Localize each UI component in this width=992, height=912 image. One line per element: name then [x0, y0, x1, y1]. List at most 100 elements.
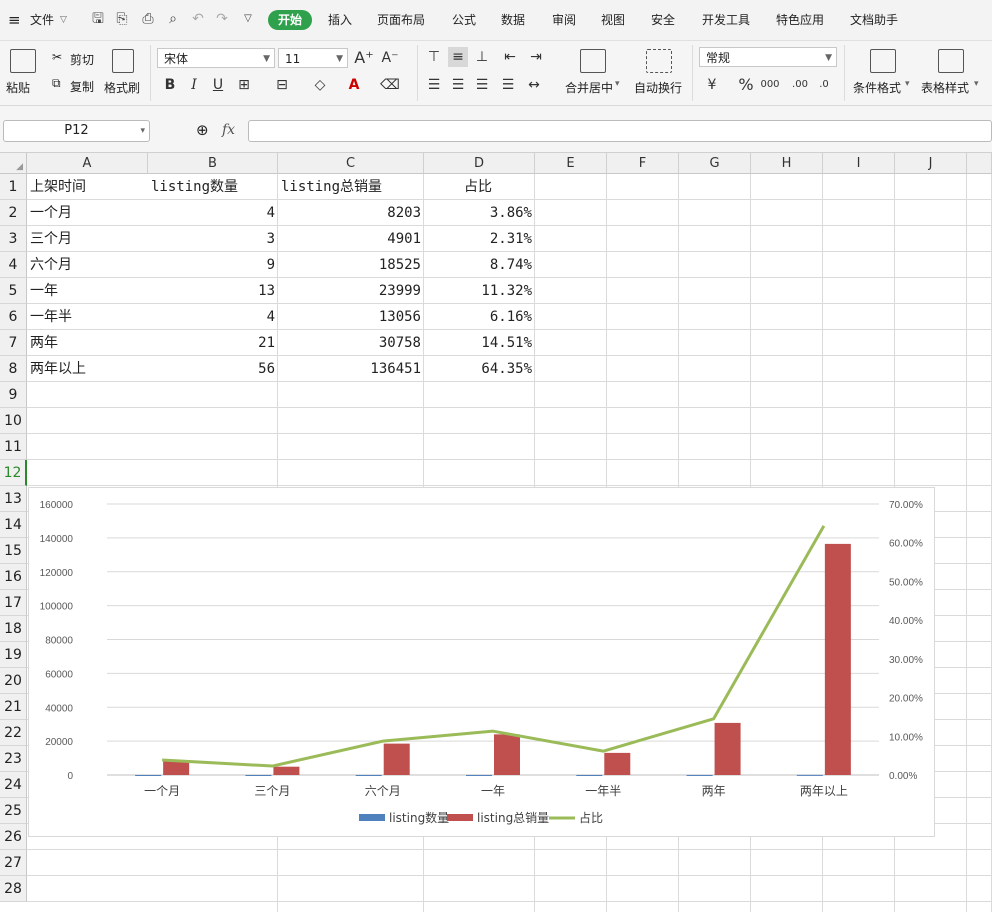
tab-view[interactable]: 视图 [601, 0, 625, 40]
table-style-button[interactable]: 表格样式 [921, 79, 969, 96]
tab-page-layout[interactable]: 页面布局 [377, 0, 425, 40]
cell-C4[interactable]: 18525 [278, 252, 424, 278]
align-left-icon[interactable]: ☰ [424, 75, 444, 95]
tab-review[interactable]: 审阅 [552, 0, 576, 40]
cell-B4[interactable]: 9 [148, 252, 278, 278]
fx-icon[interactable]: fx [222, 122, 235, 138]
column-header-overflow[interactable] [967, 153, 992, 174]
cut-button[interactable]: 剪切 [70, 51, 94, 68]
row-header-8[interactable]: 8 [0, 356, 27, 382]
decrease-indent-icon[interactable]: ⇤ [500, 47, 520, 67]
column-header-E[interactable]: E [535, 153, 607, 174]
cell-B5[interactable]: 13 [148, 278, 278, 304]
cell-D7[interactable]: 14.51% [424, 330, 535, 356]
paste-icon[interactable] [10, 49, 36, 73]
merge-center-button[interactable]: 合并居中 [565, 79, 613, 96]
row-header-18[interactable]: 18 [0, 616, 27, 642]
column-header-F[interactable]: F [607, 153, 679, 174]
cell-style-icon[interactable]: ⊟ [272, 75, 292, 95]
row-header-11[interactable]: 11 [0, 434, 27, 460]
row-header-10[interactable]: 10 [0, 408, 27, 434]
format-painter-button[interactable]: 格式刷 [104, 79, 140, 96]
tab-data[interactable]: 数据 [501, 0, 525, 40]
justify-icon[interactable]: ☰ [498, 75, 518, 95]
select-all-corner[interactable]: ◢ [0, 153, 27, 174]
print-preview-icon[interactable]: ⌕ [165, 11, 181, 27]
row-header-5[interactable]: 5 [0, 278, 27, 304]
redo-icon[interactable]: ↷ [214, 11, 230, 27]
decrease-font-icon[interactable]: A⁻ [380, 48, 400, 68]
cell-A8[interactable]: 两年以上 [27, 356, 148, 382]
italic-icon[interactable]: I [184, 75, 204, 95]
name-box[interactable]: P12 ▾ [3, 120, 150, 142]
row-header-6[interactable]: 6 [0, 304, 27, 330]
underline-icon[interactable]: U [208, 75, 228, 95]
cell-D3[interactable]: 2.31% [424, 226, 535, 252]
copy-icon[interactable]: ⧉ [52, 76, 61, 91]
cell-B2[interactable]: 4 [148, 200, 278, 226]
chevron-down-icon[interactable]: ▽ [60, 0, 67, 40]
chevron-down-icon[interactable]: ▾ [905, 79, 910, 89]
save-icon[interactable]: 🖫 [90, 11, 106, 27]
cell-C7[interactable]: 30758 [278, 330, 424, 356]
row-header-9[interactable]: 9 [0, 382, 27, 408]
formula-input[interactable] [248, 120, 992, 142]
column-header-D[interactable]: D [424, 153, 535, 174]
row-header-27[interactable]: 27 [0, 850, 27, 876]
cut-icon[interactable]: ✂ [52, 50, 62, 64]
tab-developer[interactable]: 开发工具 [702, 0, 750, 40]
align-top-icon[interactable]: ⊤ [424, 47, 444, 67]
font-size-select[interactable]: 11 ▼ [278, 48, 348, 68]
row-header-13[interactable]: 13 [0, 486, 27, 512]
font-name-select[interactable]: 宋体 ▼ [157, 48, 275, 68]
chevron-down-icon[interactable]: ▾ [615, 79, 620, 89]
cell-C3[interactable]: 4901 [278, 226, 424, 252]
wrap-text-button[interactable]: 自动换行 [634, 79, 682, 96]
row-header-28[interactable]: 28 [0, 876, 27, 902]
increase-font-icon[interactable]: A⁺ [354, 48, 374, 68]
row-header-22[interactable]: 22 [0, 720, 27, 746]
tab-home[interactable]: 开始 [268, 10, 313, 30]
hamburger-icon[interactable]: ≡ [8, 0, 21, 40]
row-header-4[interactable]: 4 [0, 252, 27, 278]
number-format-select[interactable]: 常规 ▼ [699, 47, 837, 67]
cell-A7[interactable]: 两年 [27, 330, 148, 356]
align-right-icon[interactable]: ☰ [472, 75, 492, 95]
percent-icon[interactable]: % [736, 75, 756, 95]
copy-button[interactable]: 复制 [70, 78, 94, 95]
currency-icon[interactable]: ¥ [702, 75, 722, 95]
conditional-format-button[interactable]: 条件格式 [853, 79, 901, 96]
cell-A6[interactable]: 一年半 [27, 304, 148, 330]
borders-icon[interactable]: ⊞ [234, 75, 254, 95]
cell-B7[interactable]: 21 [148, 330, 278, 356]
tab-formulas[interactable]: 公式 [452, 0, 476, 40]
font-color-icon[interactable]: A [344, 75, 364, 95]
format-painter-icon[interactable] [112, 49, 134, 73]
export-icon[interactable]: ⎘ [114, 11, 130, 27]
row-header-1[interactable]: 1 [0, 174, 27, 200]
align-center-icon[interactable]: ☰ [448, 75, 468, 95]
column-header-H[interactable]: H [751, 153, 823, 174]
distribute-icon[interactable]: ↔ [524, 75, 544, 95]
paste-button[interactable]: 粘贴 [6, 79, 30, 96]
cell-D8[interactable]: 64.35% [424, 356, 535, 382]
fill-color-icon[interactable]: ◇ [310, 75, 330, 95]
increase-decimal-icon[interactable]: .00 [790, 75, 810, 95]
thousands-icon[interactable]: 000 [760, 75, 780, 95]
cell-A4[interactable]: 六个月 [27, 252, 148, 278]
undo-icon[interactable]: ↶ [190, 11, 206, 27]
column-header-B[interactable]: B [148, 153, 278, 174]
column-header-I[interactable]: I [823, 153, 895, 174]
increase-indent-icon[interactable]: ⇥ [526, 47, 546, 67]
print-icon[interactable]: ⎙ [140, 11, 156, 27]
cell-A2[interactable]: 一个月 [27, 200, 148, 226]
column-header-J[interactable]: J [895, 153, 967, 174]
row-header-15[interactable]: 15 [0, 538, 27, 564]
align-bottom-icon[interactable]: ⊥ [472, 47, 492, 67]
cell-D2[interactable]: 3.86% [424, 200, 535, 226]
cell-B6[interactable]: 4 [148, 304, 278, 330]
merge-center-icon[interactable] [580, 49, 606, 73]
row-header-12[interactable]: 12 [0, 460, 27, 486]
row-header-24[interactable]: 24 [0, 772, 27, 798]
row-header-19[interactable]: 19 [0, 642, 27, 668]
